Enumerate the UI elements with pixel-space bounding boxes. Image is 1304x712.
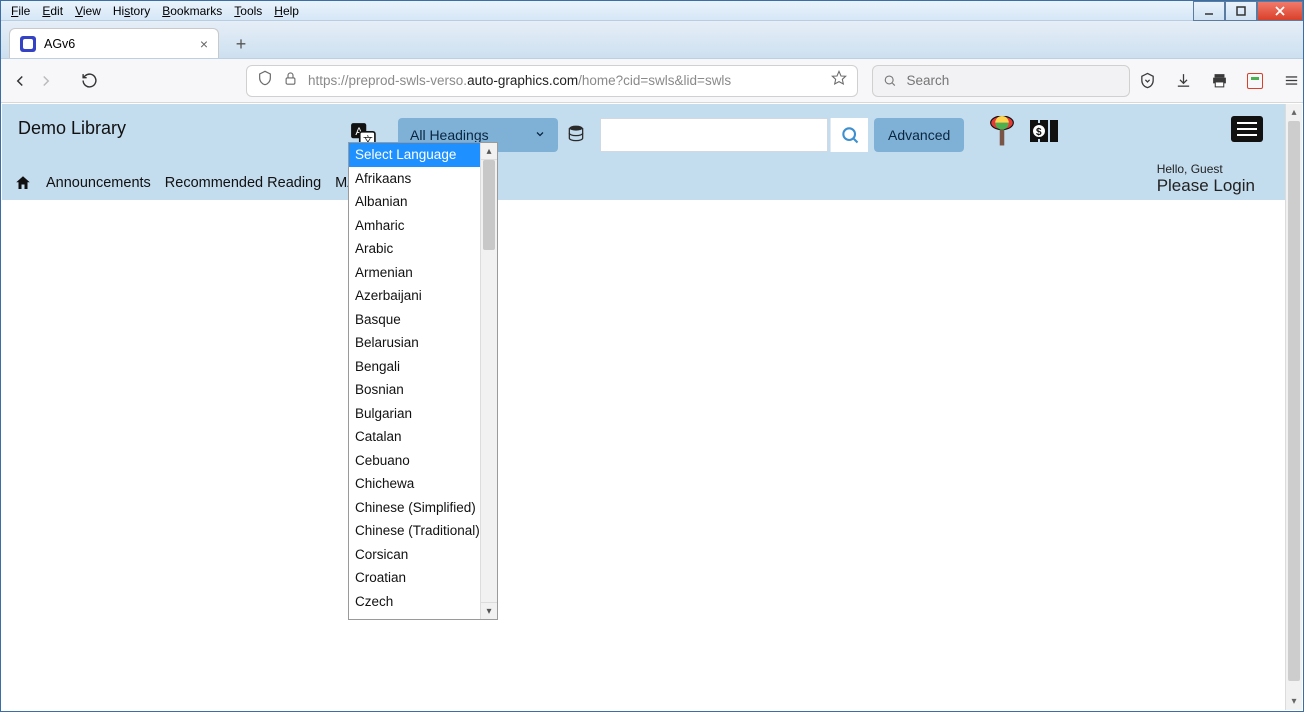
list-view-icon[interactable] — [1231, 116, 1263, 142]
url-text: https://preprod-swls-verso.auto-graphics… — [308, 73, 731, 88]
nav-back-button[interactable] — [11, 66, 29, 96]
window-minimize-button[interactable] — [1193, 1, 1225, 21]
shield-icon[interactable] — [257, 70, 273, 91]
language-option[interactable]: Afrikaans — [349, 167, 497, 191]
language-option[interactable]: Catalan — [349, 425, 497, 449]
language-option[interactable]: Albanian — [349, 190, 497, 214]
menu-bookmarks[interactable]: Bookmarks — [156, 3, 228, 19]
bookmark-star-icon[interactable] — [831, 70, 847, 91]
catalog-search-button[interactable] — [830, 118, 868, 152]
language-option[interactable]: Armenian — [349, 261, 497, 285]
app-menu-icon[interactable] — [1282, 72, 1300, 90]
browser-toolbar: https://preprod-swls-verso.auto-graphics… — [1, 59, 1303, 103]
language-option[interactable]: Croatian — [349, 566, 497, 590]
browser-search-input[interactable] — [907, 73, 1120, 88]
language-option[interactable]: Cebuano — [349, 449, 497, 473]
login-link[interactable]: Please Login — [1157, 176, 1255, 196]
nav-reload-button[interactable] — [81, 66, 98, 96]
browser-tab[interactable]: AGv6 × — [9, 28, 219, 58]
new-tab-button[interactable]: + — [227, 30, 255, 58]
nav-recommended[interactable]: Recommended Reading — [165, 175, 321, 191]
address-bar[interactable]: https://preprod-swls-verso.auto-graphics… — [246, 65, 858, 97]
advanced-label: Advanced — [888, 127, 950, 143]
scroll-down-arrow[interactable]: ▾ — [481, 602, 497, 619]
scroll-up-arrow[interactable]: ▴ — [481, 143, 497, 160]
menu-tools[interactable]: Tools — [228, 3, 268, 19]
language-option[interactable]: Bulgarian — [349, 402, 497, 426]
nav-announcements[interactable]: Announcements — [46, 175, 151, 191]
menu-view[interactable]: View — [69, 3, 107, 19]
language-option[interactable]: Amharic — [349, 214, 497, 238]
page-content — [2, 200, 1285, 710]
language-option[interactable]: Belarusian — [349, 331, 497, 355]
tab-title: AGv6 — [44, 37, 75, 51]
search-icon — [883, 73, 897, 88]
page-scroll-down[interactable]: ▾ — [1286, 693, 1302, 710]
pocket-icon[interactable] — [1138, 72, 1156, 90]
window-close-button[interactable] — [1257, 1, 1303, 21]
menu-history[interactable]: History — [107, 3, 156, 19]
browser-search-field[interactable] — [872, 65, 1130, 97]
language-option[interactable]: Czech — [349, 590, 497, 614]
language-option[interactable]: Basque — [349, 308, 497, 332]
page-scroll-thumb[interactable] — [1288, 121, 1300, 681]
database-icon[interactable] — [566, 124, 588, 146]
svg-text:$: $ — [1036, 127, 1042, 138]
library-header: Demo Library A文 All Headings Advanced $ — [2, 104, 1285, 200]
print-icon[interactable] — [1210, 72, 1228, 90]
menu-file[interactable]: File — [5, 3, 36, 19]
language-option[interactable]: Azerbaijani — [349, 284, 497, 308]
tab-favicon — [20, 36, 36, 52]
menu-help[interactable]: Help — [268, 3, 305, 19]
advanced-search-button[interactable]: Advanced — [874, 118, 964, 152]
extension-icon[interactable] — [1246, 72, 1264, 90]
language-option[interactable]: Chichewa — [349, 472, 497, 496]
scroll-thumb[interactable] — [483, 160, 495, 250]
language-scrollbar[interactable]: ▴ ▾ — [480, 143, 497, 619]
language-option[interactable]: Chinese (Simplified) — [349, 496, 497, 520]
language-option[interactable]: Select Language — [349, 143, 497, 167]
greeting-text: Hello, Guest — [1157, 162, 1255, 176]
kids-catalog-icon[interactable] — [988, 116, 1016, 155]
chevron-down-icon — [534, 127, 546, 143]
language-dropdown[interactable]: Select LanguageAfrikaansAlbanianAmharicA… — [348, 142, 498, 620]
language-option[interactable]: Arabic — [349, 237, 497, 261]
language-option[interactable]: Chinese (Traditional) — [349, 519, 497, 543]
nav-forward-button[interactable] — [37, 66, 55, 96]
catalog-search-input[interactable] — [600, 118, 828, 152]
downloads-icon[interactable] — [1174, 72, 1192, 90]
page-scroll-up[interactable]: ▴ — [1286, 104, 1302, 121]
language-option[interactable]: Bengali — [349, 355, 497, 379]
greeting-block: Hello, Guest Please Login — [1157, 162, 1255, 196]
tab-strip: AGv6 × + — [1, 21, 1303, 59]
window-maximize-button[interactable] — [1225, 1, 1257, 21]
nav-row: Announcements Recommended Reading MARC2 — [14, 174, 386, 192]
language-option[interactable]: Corsican — [349, 543, 497, 567]
menu-edit[interactable]: Edit — [36, 3, 69, 19]
library-title: Demo Library — [18, 118, 126, 139]
research-icon[interactable]: $ — [1028, 116, 1062, 151]
headings-label: All Headings — [410, 127, 489, 143]
page-scrollbar[interactable]: ▴ ▾ — [1285, 104, 1302, 710]
home-icon[interactable] — [14, 174, 32, 192]
language-option[interactable]: Bosnian — [349, 378, 497, 402]
browser-menubar: File Edit View History Bookmarks Tools H… — [1, 1, 1303, 21]
tab-close-icon[interactable]: × — [200, 36, 208, 52]
lock-icon[interactable] — [283, 71, 298, 91]
